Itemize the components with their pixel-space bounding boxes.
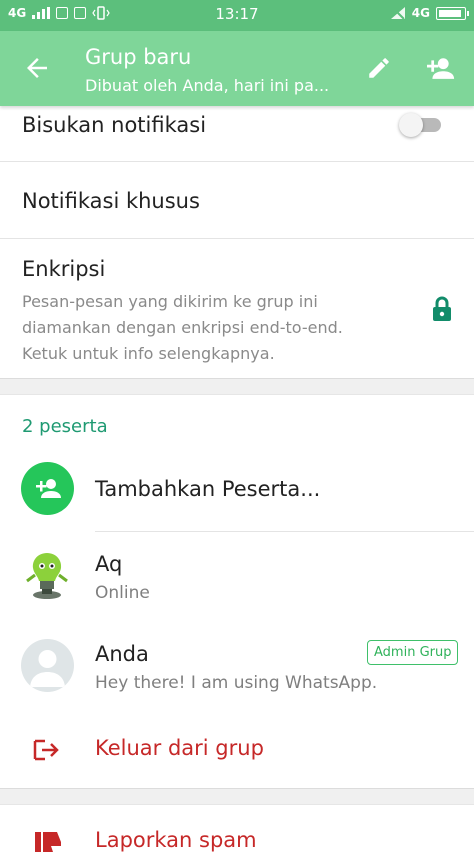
divider xyxy=(0,161,474,162)
mute-toggle[interactable] xyxy=(399,112,445,137)
no-signal-icon xyxy=(390,6,405,20)
divider xyxy=(95,531,474,532)
back-arrow-icon[interactable] xyxy=(22,53,52,83)
add-participant-button[interactable] xyxy=(21,462,74,515)
add-participant-icon[interactable] xyxy=(424,55,456,81)
app-bar: Grup baru Dibuat oleh Anda, hari ini pa.… xyxy=(0,31,474,106)
member-name[interactable]: Anda xyxy=(95,642,149,666)
add-participant-label[interactable]: Tambahkan Peserta... xyxy=(95,477,320,501)
section-separator xyxy=(0,788,474,805)
member-name[interactable]: Aq xyxy=(95,552,122,576)
participants-count: 2 peserta xyxy=(22,416,108,437)
add-person-icon xyxy=(36,479,61,498)
exit-group-button[interactable]: Keluar dari grup xyxy=(95,736,264,760)
custom-notifications-label[interactable]: Notifikasi khusus xyxy=(22,189,200,213)
exit-icon[interactable] xyxy=(33,738,61,762)
battery-icon xyxy=(436,6,469,20)
member-status: Online xyxy=(95,583,150,603)
status-right: 4G xyxy=(390,6,469,20)
group-title: Grup baru xyxy=(85,45,192,69)
thumbs-down-icon[interactable] xyxy=(35,832,61,852)
avatar[interactable] xyxy=(21,549,74,602)
admin-badge: Admin Grup xyxy=(367,640,459,665)
divider xyxy=(0,238,474,239)
member-status: Hey there! I am using WhatsApp. xyxy=(95,673,378,693)
report-spam-button[interactable]: Laporkan spam xyxy=(95,828,257,852)
mute-notifications-label[interactable]: Bisukan notifikasi xyxy=(22,113,206,137)
default-avatar-icon xyxy=(30,650,65,687)
avatar[interactable] xyxy=(21,639,74,692)
group-subtitle: Dibuat oleh Anda, hari ini pa... xyxy=(85,76,330,95)
edit-pencil-icon[interactable] xyxy=(366,55,392,81)
encryption-title[interactable]: Enkripsi xyxy=(22,257,105,281)
network-indicator-right: 4G xyxy=(411,6,430,20)
encryption-description: Pesan-pesan yang dikirim ke grup ini dia… xyxy=(22,292,343,363)
status-bar: 4G 13:17 4G xyxy=(0,0,474,31)
section-separator xyxy=(0,378,474,395)
lock-icon xyxy=(433,296,451,321)
toggle-thumb xyxy=(399,113,423,137)
